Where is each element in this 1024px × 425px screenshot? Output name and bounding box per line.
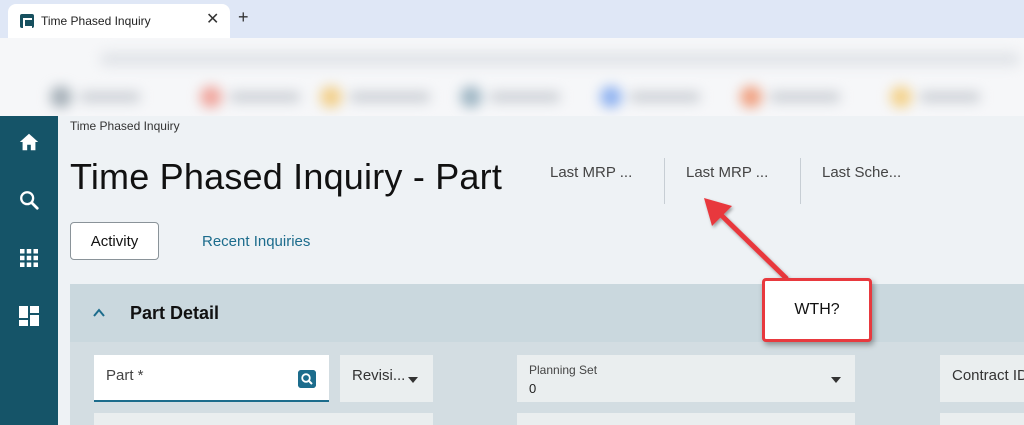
new-tab-icon[interactable]: + (238, 6, 249, 28)
last-mrp-run-info: Last MRP ... (550, 164, 633, 181)
contract-id-label: Contract ID (952, 367, 1024, 384)
second-row-field[interactable] (94, 413, 433, 425)
lookup-search-icon[interactable] (298, 370, 316, 388)
second-row-field[interactable] (940, 413, 1024, 425)
home-icon[interactable] (15, 128, 43, 156)
revision-select[interactable]: Revisi... (340, 355, 433, 402)
recent-inquiries-link[interactable]: Recent Inquiries (202, 233, 310, 250)
close-tab-icon[interactable]: ✕ (206, 10, 219, 30)
blurred-toolbar (0, 38, 1024, 116)
activity-button[interactable]: Activity (70, 222, 159, 260)
part-label: Part * (106, 367, 144, 384)
chevron-up-icon[interactable] (92, 306, 106, 320)
dashboard-icon[interactable] (15, 302, 43, 330)
part-detail-section: Part Detail Part * Revisi... Planning Se… (70, 284, 1024, 425)
browser-tab[interactable]: Time Phased Inquiry ✕ (8, 4, 230, 38)
apps-grid-icon[interactable] (15, 244, 43, 272)
planning-set-value: 0 (529, 381, 537, 396)
breadcrumb[interactable]: Time Phased Inquiry (70, 119, 180, 133)
main-content: Time Phased Inquiry Time Phased Inquiry … (58, 116, 1024, 425)
page-title: Time Phased Inquiry - Part (70, 156, 503, 197)
contract-id-field[interactable]: Contract ID (940, 355, 1024, 402)
planning-set-label: Planning Set (529, 363, 598, 377)
app-favicon-icon (20, 14, 34, 28)
last-mrp-info: Last MRP ... (686, 164, 769, 181)
search-icon[interactable] (15, 186, 43, 214)
chevron-down-icon (408, 377, 418, 383)
part-field[interactable]: Part * (94, 355, 329, 402)
meta-divider (800, 158, 801, 204)
section-title: Part Detail (130, 303, 220, 323)
revision-label: Revisi... (352, 367, 406, 384)
planning-set-select[interactable]: Planning Set 0 (517, 355, 855, 402)
last-schedule-info: Last Sche... (822, 164, 902, 181)
browser-tab-strip: Time Phased Inquiry ✕ + (0, 0, 1024, 38)
section-header[interactable]: Part Detail (70, 284, 1024, 342)
second-row-field[interactable] (517, 413, 855, 425)
chevron-down-icon (831, 377, 841, 383)
tab-title: Time Phased Inquiry (41, 14, 151, 28)
annotation-callout: WTH? (762, 278, 872, 342)
meta-divider (664, 158, 665, 204)
nav-rail (0, 116, 58, 425)
